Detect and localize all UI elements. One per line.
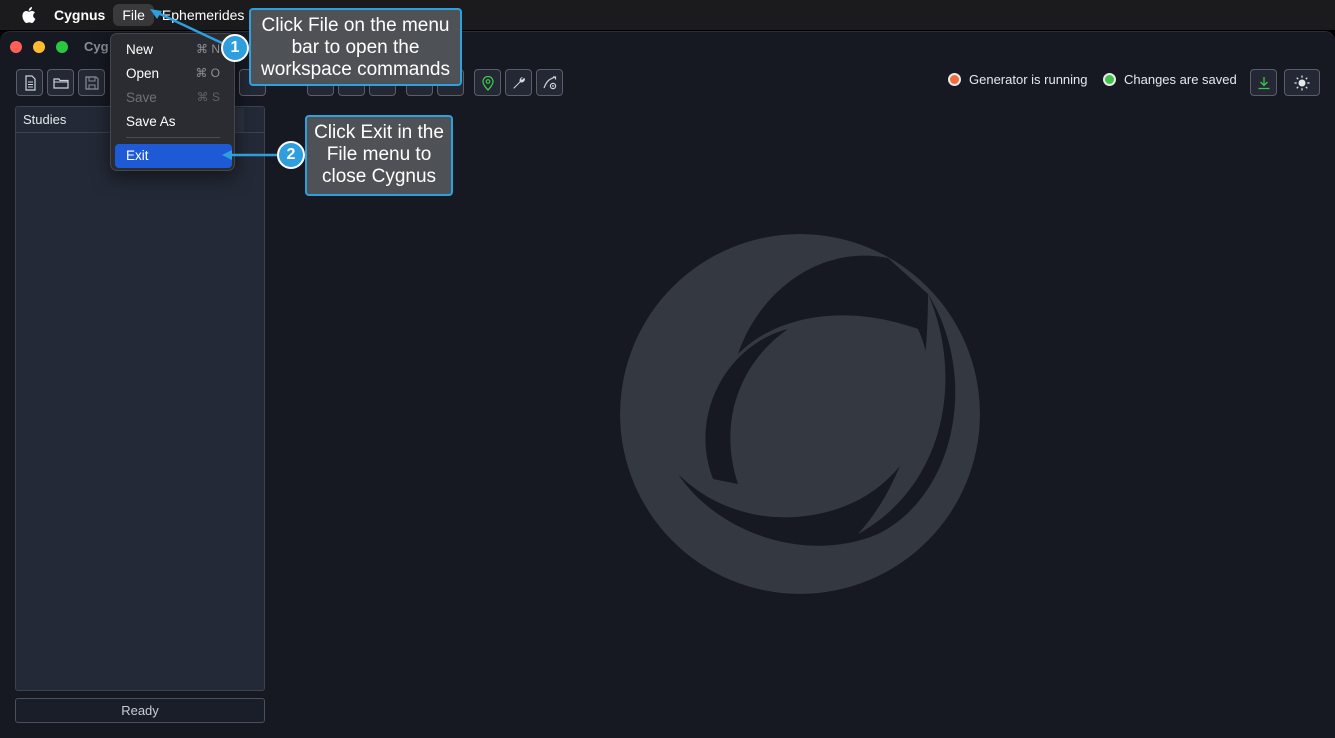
apple-icon[interactable] bbox=[20, 6, 36, 24]
new-file-icon bbox=[24, 74, 36, 91]
save-status: Changes are saved bbox=[1103, 72, 1237, 87]
wrench-icon bbox=[512, 76, 525, 89]
studies-panel: Studies bbox=[15, 106, 265, 691]
tools-button[interactable] bbox=[505, 69, 532, 96]
download-button[interactable] bbox=[1250, 69, 1277, 96]
save-icon bbox=[84, 75, 99, 90]
save-button[interactable] bbox=[78, 69, 105, 96]
download-icon bbox=[1258, 76, 1269, 89]
menu-item-save-as[interactable]: Save As bbox=[115, 110, 232, 134]
location-pin-icon bbox=[481, 75, 494, 91]
status-ready: Ready bbox=[15, 698, 265, 723]
menu-item-save-label: Save bbox=[126, 90, 157, 105]
menu-item-save-shortcut: ⌘ S bbox=[196, 90, 220, 104]
annotation-callout-2: Click Exit in the File menu to close Cyg… bbox=[305, 115, 453, 196]
menu-item-open-shortcut: ⌘ O bbox=[195, 66, 220, 80]
menu-item-save[interactable]: Save ⌘ S bbox=[115, 86, 232, 110]
theme-toggle-button[interactable] bbox=[1284, 69, 1320, 96]
menu-item-open[interactable]: Open ⌘ O bbox=[115, 62, 232, 86]
file-menu-dropdown: New ⌘ N Open ⌘ O Save ⌘ S Save As Exit bbox=[110, 33, 235, 171]
close-window-button[interactable] bbox=[10, 41, 22, 53]
menu-item-exit[interactable]: Exit bbox=[115, 144, 232, 168]
sun-icon bbox=[1294, 75, 1310, 90]
minimize-window-button[interactable] bbox=[33, 41, 45, 53]
annotation-callout-1: Click File on the menu bar to open the w… bbox=[249, 8, 462, 86]
zoom-window-button[interactable] bbox=[56, 41, 68, 53]
menu-item-new[interactable]: New ⌘ N bbox=[115, 38, 232, 62]
new-file-button[interactable] bbox=[16, 69, 43, 96]
generator-status: Generator is running bbox=[948, 72, 1088, 87]
annotation-callout-1-text: Click File on the menu bar to open the w… bbox=[260, 15, 451, 80]
menu-item-open-label: Open bbox=[126, 66, 160, 81]
open-button[interactable] bbox=[47, 69, 74, 96]
save-status-dot bbox=[1103, 73, 1116, 86]
menubar-file[interactable]: File bbox=[113, 4, 154, 26]
window-title: Cyg bbox=[84, 39, 109, 54]
menu-item-new-shortcut: ⌘ N bbox=[196, 42, 220, 56]
annotation-badge-2: 2 bbox=[277, 141, 305, 169]
annotation-callout-2-text: Click Exit in the File menu to close Cyg… bbox=[314, 122, 444, 187]
menu-item-save-as-label: Save As bbox=[126, 114, 176, 129]
open-folder-icon bbox=[52, 77, 69, 89]
chart-settings-button[interactable] bbox=[536, 69, 563, 96]
menu-item-new-label: New bbox=[126, 42, 154, 57]
menubar-ephemerides[interactable]: Ephemerides bbox=[153, 4, 254, 26]
mac-menubar: Cygnus File Ephemerides bbox=[0, 0, 1335, 30]
save-status-label: Changes are saved bbox=[1124, 72, 1237, 87]
menubar-app-name[interactable]: Cygnus bbox=[54, 7, 105, 23]
menu-separator bbox=[126, 137, 220, 138]
cygnus-logo-watermark bbox=[620, 234, 980, 594]
studies-title: Studies bbox=[23, 112, 67, 127]
menu-item-exit-label: Exit bbox=[126, 148, 149, 163]
location-button[interactable] bbox=[474, 69, 501, 96]
chart-settings-icon bbox=[542, 75, 556, 89]
generator-status-dot bbox=[948, 73, 961, 86]
generator-status-label: Generator is running bbox=[969, 72, 1088, 87]
annotation-badge-1: 1 bbox=[221, 34, 249, 62]
